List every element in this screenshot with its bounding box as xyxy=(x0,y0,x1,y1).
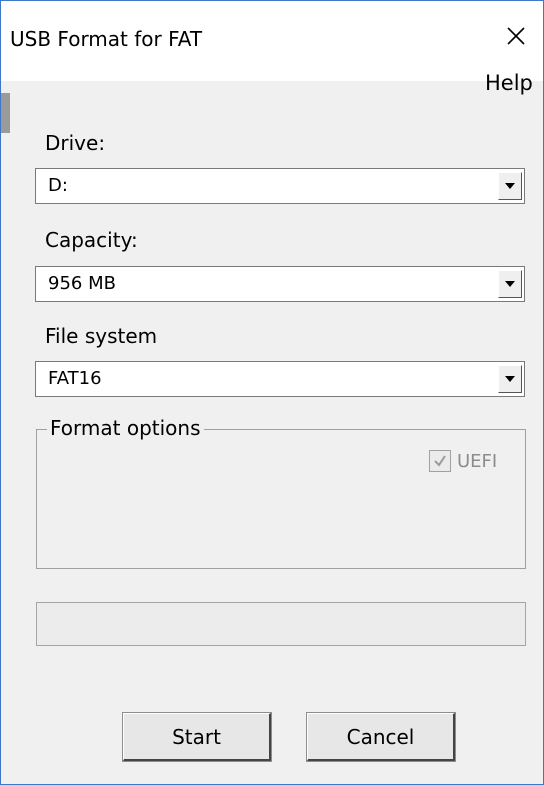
format-options-group: Format options UEFI xyxy=(36,416,526,569)
uefi-checkbox[interactable] xyxy=(429,450,451,472)
format-options-legend: Format options xyxy=(47,416,204,440)
uefi-label: UEFI xyxy=(457,450,498,472)
close-button[interactable] xyxy=(495,15,537,57)
window-edge-mark xyxy=(1,93,10,133)
window-title: USB Format for FAT xyxy=(10,27,203,51)
capacity-select[interactable]: 956 MB xyxy=(35,266,525,302)
close-icon xyxy=(507,27,525,45)
chevron-down-icon xyxy=(505,281,515,287)
filesystem-label: File system xyxy=(45,324,158,348)
capacity-label: Capacity: xyxy=(45,228,138,252)
title-bar: USB Format for FAT Help xyxy=(1,1,543,95)
filesystem-dropdown-button[interactable] xyxy=(498,365,522,393)
checkmark-icon xyxy=(434,455,446,467)
help-menu[interactable]: Help xyxy=(485,71,533,95)
chevron-down-icon xyxy=(505,183,515,189)
filesystem-select[interactable]: FAT16 xyxy=(35,361,525,397)
drive-value: D: xyxy=(48,175,68,196)
capacity-value: 956 MB xyxy=(48,273,116,294)
format-dialog: USB Format for FAT Help Drive: D: Capaci… xyxy=(0,0,544,785)
uefi-checkbox-row[interactable]: UEFI xyxy=(429,450,497,472)
drive-label: Drive: xyxy=(45,131,106,155)
drive-select[interactable]: D: xyxy=(35,168,525,204)
drive-dropdown-button[interactable] xyxy=(498,172,522,200)
start-button[interactable]: Start xyxy=(122,712,272,762)
chevron-down-icon xyxy=(505,376,515,382)
progress-bar xyxy=(36,602,526,646)
cancel-button[interactable]: Cancel xyxy=(306,712,456,762)
filesystem-value: FAT16 xyxy=(48,368,102,389)
capacity-dropdown-button[interactable] xyxy=(498,270,522,298)
